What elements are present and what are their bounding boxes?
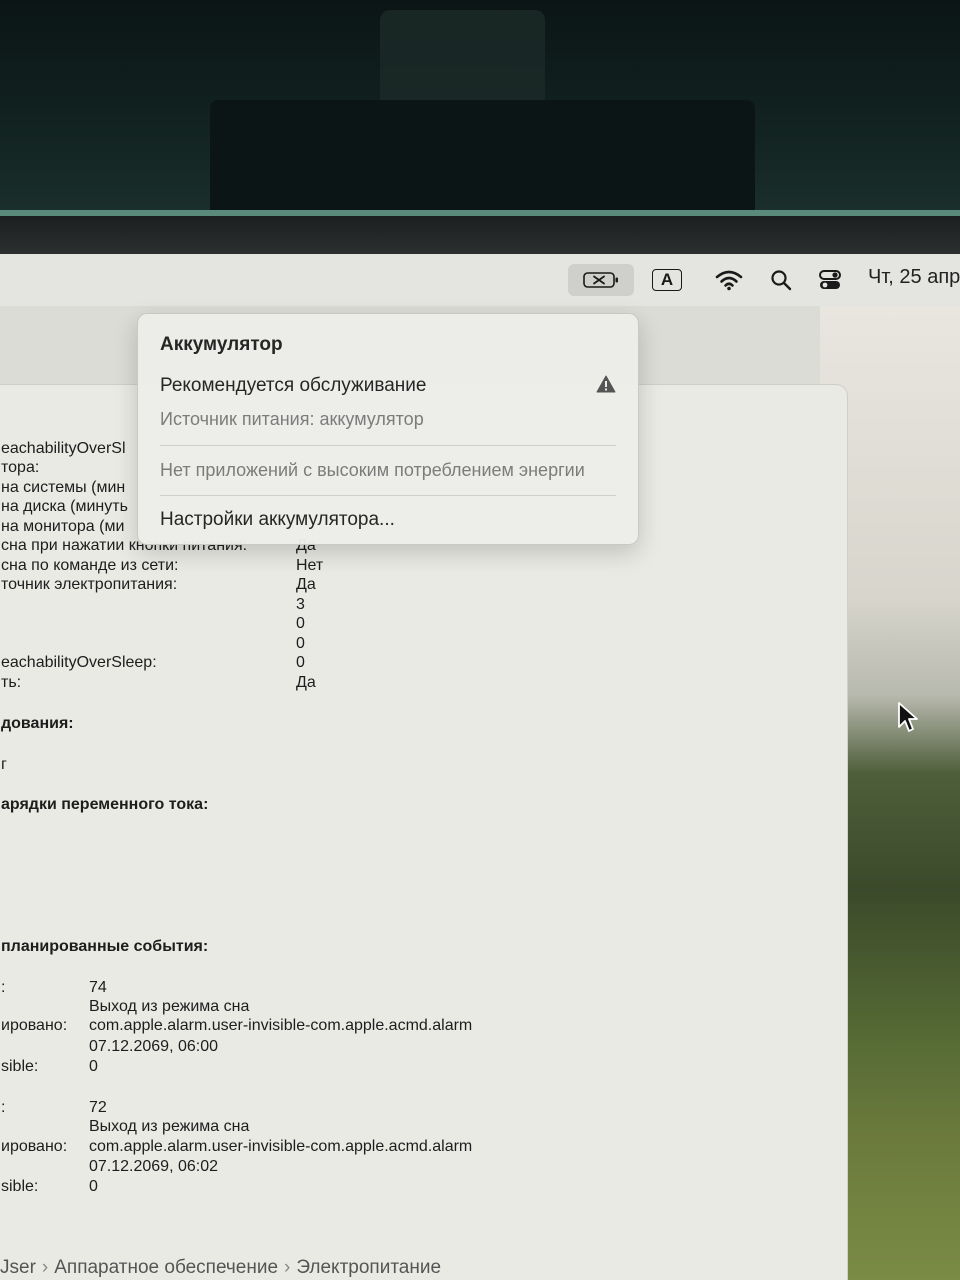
screen-bezel [0, 216, 960, 254]
info-value: Нет [296, 557, 324, 574]
menu-separator [160, 495, 616, 496]
breadcrumb-item[interactable]: Электропитание [296, 1257, 441, 1278]
info-label: ть: [1, 674, 22, 691]
info-label: тора: [1, 459, 40, 476]
energy-usage-info: Нет приложений с высоким потреблением эн… [160, 460, 585, 480]
input-source-icon: A [652, 269, 682, 291]
event-label: ировано: [1, 1017, 68, 1034]
info-value: 3 [296, 596, 305, 613]
info-label: на системы (мин [1, 479, 126, 496]
menu-bar: A Чт, 25 апр [0, 254, 960, 306]
info-value: Да [296, 674, 316, 691]
event-label: : [1, 979, 6, 996]
info-label: точник электропитания: [1, 576, 178, 593]
wifi-icon [715, 270, 743, 291]
spotlight-menu-extra[interactable] [766, 264, 796, 296]
battery-icon [583, 272, 618, 288]
section-heading: арядки переменного тока: [1, 796, 209, 813]
background-object [210, 100, 755, 210]
event-owner: com.apple.alarm.user-invisible-com.apple… [89, 1017, 473, 1034]
event-label: : [1, 1099, 6, 1116]
section-heading: планированные события: [1, 938, 209, 955]
event-owner: com.apple.alarm.user-invisible-com.apple… [89, 1138, 473, 1155]
info-label: eachabilityOverSl [1, 440, 126, 457]
breadcrumb: Jser › Аппаратное обеспечение › Электропитан… [0, 1257, 441, 1279]
info-value: 0 [296, 635, 305, 652]
pointer-cursor-icon [898, 702, 918, 732]
event-label: ировано: [1, 1138, 68, 1155]
breadcrumb-item[interactable]: Jser [0, 1257, 36, 1278]
control-center-icon [819, 270, 841, 289]
event-type: Выход из режима сна [89, 998, 250, 1015]
event-id: 74 [89, 979, 107, 996]
info-label: на монитора (ми [1, 518, 125, 535]
input-source-label: A [660, 270, 674, 289]
info-value: 0 [296, 615, 305, 632]
screen: eachabilityOverSl тора: на системы (мин … [0, 254, 960, 1280]
chevron-right-icon: › [284, 1257, 291, 1278]
info-value: 0 [296, 654, 305, 671]
event-time: 07.12.2069, 06:02 [89, 1158, 219, 1175]
menu-bar-clock[interactable]: Чт, 25 апр [868, 266, 960, 289]
battery-dropdown-menu: Аккумулятор Рекомендуется обслуживание И… [137, 313, 639, 545]
info-label: г [1, 756, 7, 773]
event-id: 72 [89, 1099, 107, 1116]
power-source: Источник питания: аккумулятор [160, 409, 424, 429]
menu-title: Аккумулятор [160, 334, 283, 355]
breadcrumb-item[interactable]: Аппаратное обеспечение [54, 1257, 278, 1278]
search-icon [771, 270, 792, 291]
battery-condition[interactable]: Рекомендуется обслуживание [160, 375, 426, 397]
warning-icon [596, 375, 616, 393]
menu-separator [160, 445, 616, 446]
event-label: sible: [1, 1058, 39, 1075]
input-source-menu-extra[interactable]: A [650, 264, 684, 296]
control-center-menu-extra[interactable] [815, 264, 845, 296]
battery-settings-menu-item[interactable]: Настройки аккумулятора... [160, 509, 395, 531]
wifi-menu-extra[interactable] [712, 264, 746, 296]
section-heading: дования: [1, 715, 74, 732]
event-type: Выход из режима сна [89, 1118, 250, 1135]
info-label: на диска (минуть [1, 498, 128, 515]
info-value: Да [296, 576, 316, 593]
event-visible: 0 [89, 1058, 98, 1075]
battery-menu-extra[interactable] [568, 264, 634, 296]
event-time: 07.12.2069, 06:00 [89, 1038, 219, 1055]
room-background [0, 0, 960, 215]
event-label: sible: [1, 1178, 39, 1195]
info-label: eachabilityOverSleep: [1, 654, 157, 671]
chevron-right-icon: › [41, 1257, 49, 1278]
info-label: сна по команде из сети: [1, 557, 179, 574]
event-visible: 0 [89, 1178, 98, 1195]
